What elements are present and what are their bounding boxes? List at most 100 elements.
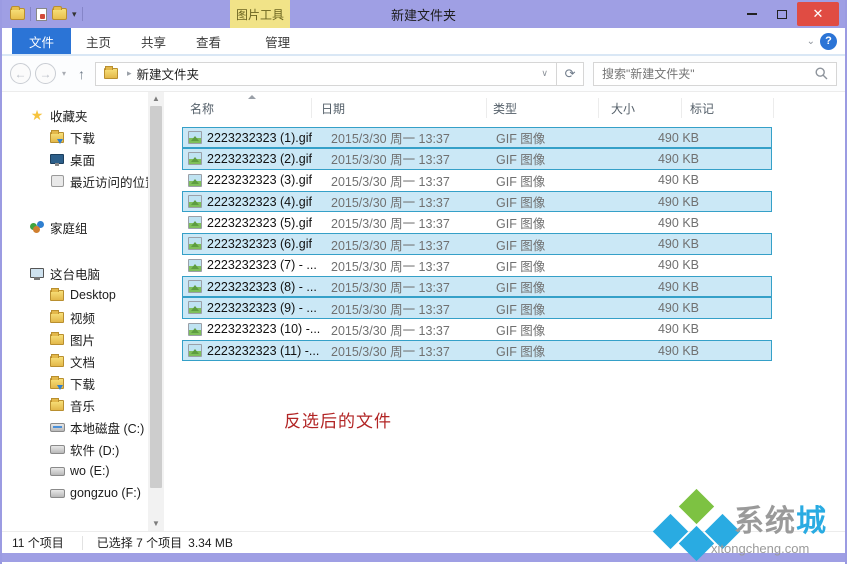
sidebar-item-label: gongzuo (F:) bbox=[70, 486, 141, 500]
file-name: 2223232323 (8) - ... bbox=[207, 280, 317, 294]
file-row-11[interactable]: 2223232323 (11) -...2015/3/30 周一 13:37GI… bbox=[182, 340, 772, 361]
sidebar-item-10[interactable]: 下载 bbox=[2, 372, 148, 394]
sidebar-item-label: 下载 bbox=[70, 128, 95, 147]
sidebar-item-6[interactable]: Desktop bbox=[2, 284, 148, 306]
sidebar-scrollbar[interactable]: ▲ ▼ bbox=[148, 92, 164, 531]
tab-home[interactable]: 主页 bbox=[71, 28, 126, 54]
sidebar-item-4[interactable]: 家庭组 bbox=[2, 216, 148, 238]
column-header-3[interactable]: 大小 bbox=[611, 100, 635, 117]
gif-image-icon bbox=[188, 131, 202, 144]
back-button[interactable]: ← bbox=[10, 63, 31, 84]
sidebar-item-8[interactable]: 图片 bbox=[2, 328, 148, 350]
help-icon[interactable]: ? bbox=[820, 33, 837, 50]
sidebar-item-3[interactable]: 最近访问的位置 bbox=[2, 170, 148, 192]
navigation-pane: ★收藏夹下载桌面最近访问的位置家庭组这台电脑Desktop视频图片文档下载音乐本… bbox=[2, 92, 148, 531]
file-size: 490 KB bbox=[573, 195, 699, 209]
file-date: 2015/3/30 周一 13:37 bbox=[331, 341, 450, 360]
sidebar-item-12[interactable]: 本地磁盘 (C:) bbox=[2, 416, 148, 438]
sidebar-item-label: 家庭组 bbox=[50, 218, 88, 237]
search-box[interactable] bbox=[593, 62, 837, 86]
sidebar-item-label: Desktop bbox=[70, 288, 116, 302]
folder-icon bbox=[48, 290, 66, 301]
file-size: 490 KB bbox=[573, 280, 699, 294]
watermark-site-name: 系统城 bbox=[734, 496, 827, 540]
file-name: 2223232323 (6).gif bbox=[207, 237, 312, 251]
address-bar[interactable]: ▸ 新建文件夹 ∨ bbox=[95, 62, 557, 86]
file-type: GIF 图像 bbox=[496, 299, 545, 318]
sidebar-item-9[interactable]: 文档 bbox=[2, 350, 148, 372]
sidebar-item-2[interactable]: 桌面 bbox=[2, 148, 148, 170]
refresh-button[interactable]: ⟳ bbox=[557, 62, 584, 86]
sidebar-item-label: 本地磁盘 (C:) bbox=[70, 418, 144, 437]
sidebar-item-5[interactable]: 这台电脑 bbox=[2, 262, 148, 284]
sidebar-item-11[interactable]: 音乐 bbox=[2, 394, 148, 416]
column-header-2[interactable]: 类型 bbox=[493, 100, 517, 117]
column-separator[interactable] bbox=[486, 98, 487, 118]
file-date: 2015/3/30 周一 13:37 bbox=[331, 171, 450, 190]
tab-file[interactable]: 文件 bbox=[12, 28, 71, 54]
column-header-1[interactable]: 日期 bbox=[321, 100, 345, 117]
watermark: 系统城 xitongcheng.com bbox=[656, 494, 841, 556]
file-row-3[interactable]: 2223232323 (3).gif2015/3/30 周一 13:37GIF … bbox=[182, 170, 772, 191]
tab-share[interactable]: 共享 bbox=[126, 28, 181, 54]
file-name: 2223232323 (9) - ... bbox=[207, 301, 317, 315]
address-dropdown-chevron-icon[interactable]: ∨ bbox=[537, 68, 552, 79]
file-date: 2015/3/30 周一 13:37 bbox=[331, 213, 450, 232]
column-header-4[interactable]: 标记 bbox=[690, 100, 714, 117]
file-row-4[interactable]: 2223232323 (4).gif2015/3/30 周一 13:37GIF … bbox=[182, 191, 772, 212]
column-separator[interactable] bbox=[773, 98, 774, 118]
sidebar-item-0[interactable]: ★收藏夹 bbox=[2, 104, 148, 126]
file-date: 2015/3/30 周一 13:37 bbox=[331, 320, 450, 339]
file-row-7[interactable]: 2223232323 (7) - ...2015/3/30 周一 13:37GI… bbox=[182, 255, 772, 276]
sidebar-item-7[interactable]: 视频 bbox=[2, 306, 148, 328]
maximize-button[interactable] bbox=[767, 0, 797, 28]
scroll-up-icon[interactable]: ▲ bbox=[148, 92, 164, 106]
file-date: 2015/3/30 周一 13:37 bbox=[331, 128, 450, 147]
file-type: GIF 图像 bbox=[496, 341, 545, 360]
file-row-1[interactable]: 2223232323 (1).gif2015/3/30 周一 13:37GIF … bbox=[182, 127, 772, 148]
search-icon[interactable] bbox=[815, 67, 828, 80]
file-row-10[interactable]: 2223232323 (10) -...2015/3/30 周一 13:37GI… bbox=[182, 319, 772, 340]
folder-icon bbox=[48, 400, 66, 411]
file-row-5[interactable]: 2223232323 (5).gif2015/3/30 周一 13:37GIF … bbox=[182, 212, 772, 233]
scroll-down-icon[interactable]: ▼ bbox=[148, 517, 164, 531]
sidebar-item-label: 图片 bbox=[70, 330, 95, 349]
breadcrumb-chevron-icon[interactable]: ▸ bbox=[127, 68, 132, 79]
column-separator[interactable] bbox=[598, 98, 599, 118]
sidebar-item-label: 音乐 bbox=[70, 396, 95, 415]
properties-icon[interactable] bbox=[36, 8, 47, 21]
close-button[interactable]: ✕ bbox=[797, 2, 839, 26]
sidebar-item-14[interactable]: wo (E:) bbox=[2, 460, 148, 482]
minimize-button[interactable] bbox=[737, 0, 767, 28]
annotation-text: 反选后的文件 bbox=[284, 407, 392, 432]
up-button[interactable]: ↑ bbox=[78, 66, 85, 82]
folder-properties-icon[interactable] bbox=[10, 8, 25, 20]
tab-view[interactable]: 查看 bbox=[181, 28, 236, 54]
file-row-2[interactable]: 2223232323 (2).gif2015/3/30 周一 13:37GIF … bbox=[182, 148, 772, 169]
sidebar-item-13[interactable]: 软件 (D:) bbox=[2, 438, 148, 460]
sort-ascending-icon bbox=[248, 95, 256, 99]
title-bar: ▾ 图片工具 新建文件夹 ✕ bbox=[2, 0, 845, 28]
file-row-6[interactable]: 2223232323 (6).gif2015/3/30 周一 13:37GIF … bbox=[182, 233, 772, 254]
column-separator[interactable] bbox=[681, 98, 682, 118]
column-separator[interactable] bbox=[311, 98, 312, 118]
drive-icon bbox=[48, 445, 66, 454]
customize-toolbar-chevron-icon[interactable]: ▾ bbox=[72, 9, 77, 20]
sidebar-item-1[interactable]: 下载 bbox=[2, 126, 148, 148]
ribbon-collapse-chevron-icon[interactable]: ⌄ bbox=[807, 36, 815, 47]
history-chevron-icon[interactable]: ▾ bbox=[62, 69, 66, 78]
tab-manage[interactable]: 管理 bbox=[250, 28, 305, 54]
sidebar-item-label: wo (E:) bbox=[70, 464, 110, 478]
breadcrumb[interactable]: 新建文件夹 bbox=[137, 64, 538, 83]
file-row-8[interactable]: 2223232323 (8) - ...2015/3/30 周一 13:37GI… bbox=[182, 276, 772, 297]
scrollbar-thumb[interactable] bbox=[150, 106, 162, 488]
column-header-0[interactable]: 名称 bbox=[190, 100, 214, 117]
search-input[interactable] bbox=[602, 67, 815, 81]
file-row-9[interactable]: 2223232323 (9) - ...2015/3/30 周一 13:37GI… bbox=[182, 297, 772, 318]
new-folder-icon[interactable] bbox=[52, 8, 67, 20]
file-name: 2223232323 (3).gif bbox=[207, 173, 312, 187]
selected-count: 已选择 7 个项目 bbox=[97, 534, 182, 551]
forward-button[interactable]: → bbox=[35, 63, 56, 84]
sidebar-item-15[interactable]: gongzuo (F:) bbox=[2, 482, 148, 504]
watermark-logo-diamond bbox=[679, 489, 714, 524]
